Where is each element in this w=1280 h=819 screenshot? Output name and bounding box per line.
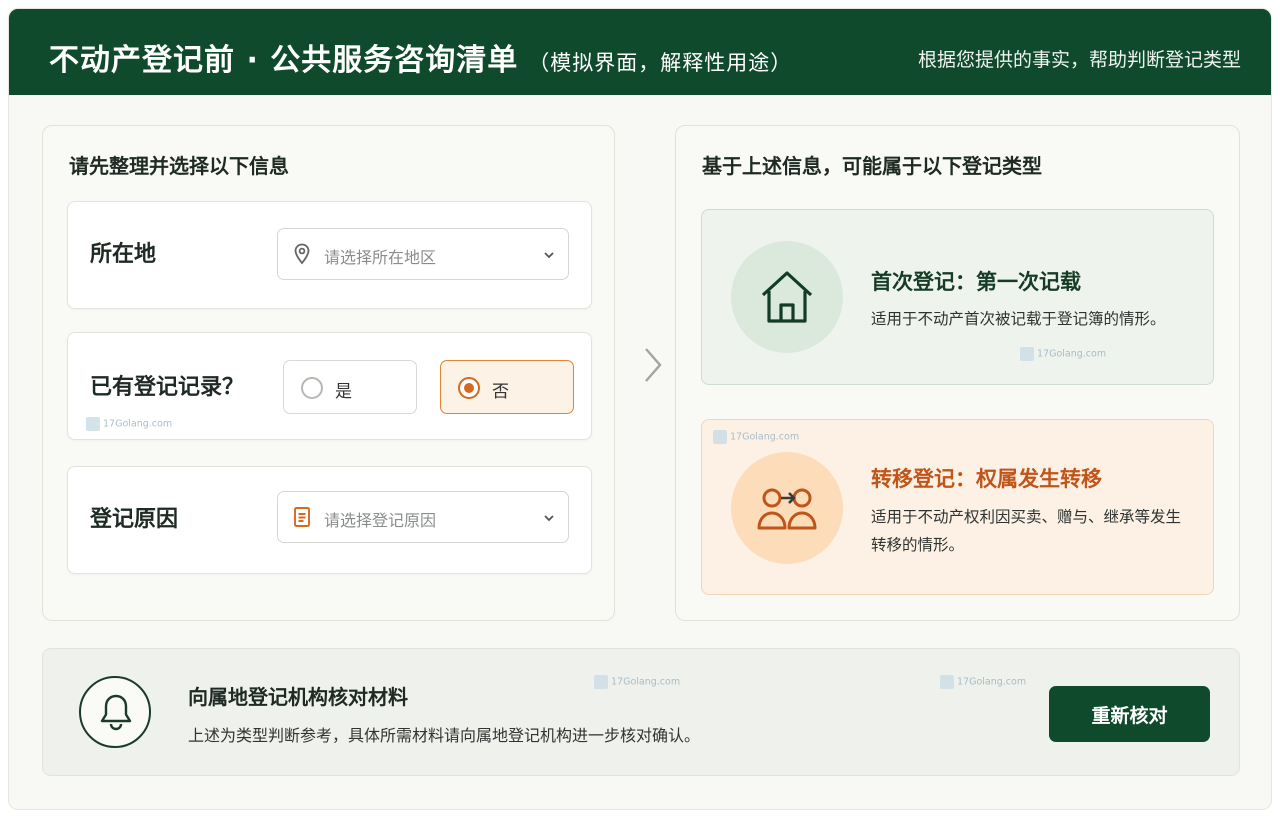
radio-no[interactable]: 否 bbox=[440, 360, 574, 414]
watermark: 17Golang.com bbox=[713, 430, 799, 444]
watermark: 17Golang.com bbox=[1020, 347, 1106, 361]
result-panel-title: 基于上述信息，可能属于以下登记类型 bbox=[702, 154, 1042, 178]
watermark: 17Golang.com bbox=[594, 675, 680, 689]
transfer-icon-circle bbox=[731, 452, 843, 564]
chevron-down-icon bbox=[544, 252, 554, 259]
recheck-button[interactable]: 重新核对 bbox=[1049, 686, 1210, 742]
watermark: 17Golang.com bbox=[86, 417, 172, 431]
type-desc-first: 适用于不动产首次被记载于登记簿的情形。 bbox=[871, 310, 1166, 328]
location-select[interactable]: 请选择所在地区 bbox=[277, 228, 569, 280]
location-card: 所在地 请选择所在地区 bbox=[67, 201, 592, 309]
app-window: 不动产登记前 · 公共服务咨询清单 （模拟界面，解释性用途） 根据您提供的事实，帮… bbox=[8, 8, 1272, 810]
house-icon-circle bbox=[731, 241, 843, 353]
verify-title: 向属地登记机构核对材料 bbox=[188, 685, 408, 709]
info-panel-title: 请先整理并选择以下信息 bbox=[69, 154, 289, 178]
radio-no-label: 否 bbox=[492, 382, 509, 402]
reason-label: 登记原因 bbox=[90, 507, 179, 532]
house-icon bbox=[761, 271, 813, 323]
verify-bar: 向属地登记机构核对材料 上述为类型判断参考，具体所需材料请向属地登记机构进一步核… bbox=[42, 648, 1240, 776]
radio-yes[interactable]: 是 bbox=[283, 360, 417, 414]
location-label: 所在地 bbox=[90, 242, 157, 267]
type-card-transfer-registration: 17Golang.com 转移登记：权属发生转移 适用于不动产权利因买卖、赠与、… bbox=[701, 419, 1214, 595]
location-pin-icon bbox=[294, 243, 310, 265]
radio-yes-indicator bbox=[301, 377, 323, 399]
radio-no-indicator bbox=[458, 377, 480, 399]
watermark: 17Golang.com bbox=[940, 675, 1026, 689]
person-transfer-icon bbox=[757, 488, 817, 530]
reason-placeholder: 请选择登记原因 bbox=[324, 511, 437, 530]
result-panel: 基于上述信息，可能属于以下登记类型 首次登记：第一次记载 适用于不动产首次被记载… bbox=[675, 125, 1240, 621]
bell-icon bbox=[100, 694, 132, 731]
type-card-first-registration: 首次登记：第一次记载 适用于不动产首次被记载于登记簿的情形。 17Golang.… bbox=[701, 209, 1214, 385]
reason-select[interactable]: 请选择登记原因 bbox=[277, 491, 569, 543]
record-label: 已有登记记录？ bbox=[90, 375, 245, 400]
type-title-transfer: 转移登记：权属发生转移 bbox=[871, 467, 1102, 491]
header-bar: 不动产登记前 · 公共服务咨询清单 （模拟界面，解释性用途） 根据您提供的事实，帮… bbox=[9, 9, 1271, 95]
page-title: 不动产登记前 · 公共服务咨询清单 （模拟界面，解释性用途） bbox=[49, 43, 793, 78]
record-card: 已有登记记录？ 是 否 17Golang.com bbox=[67, 332, 592, 440]
reason-card: 登记原因 请选择登记原因 bbox=[67, 466, 592, 574]
chevron-right-icon bbox=[645, 348, 662, 382]
page-subtitle: （模拟界面，解释性用途） bbox=[528, 51, 793, 75]
type-title-first: 首次登记：第一次记载 bbox=[871, 270, 1081, 294]
chevron-down-icon bbox=[544, 515, 554, 522]
location-placeholder: 请选择所在地区 bbox=[324, 248, 437, 267]
document-icon bbox=[294, 507, 310, 527]
radio-yes-label: 是 bbox=[335, 382, 352, 402]
header-tagline: 根据您提供的事实，帮助判断登记类型 bbox=[917, 49, 1241, 71]
verify-desc: 上述为类型判断参考，具体所需材料请向属地登记机构进一步核对确认。 bbox=[188, 726, 701, 745]
info-panel: 请先整理并选择以下信息 所在地 请选择所在地区 已有登记记录？ 是 否 17Go… bbox=[42, 125, 615, 621]
bell-icon-circle bbox=[79, 676, 151, 748]
type-desc-transfer: 适用于不动产权利因买卖、赠与、继承等发生转移的情形。 bbox=[871, 508, 1182, 554]
